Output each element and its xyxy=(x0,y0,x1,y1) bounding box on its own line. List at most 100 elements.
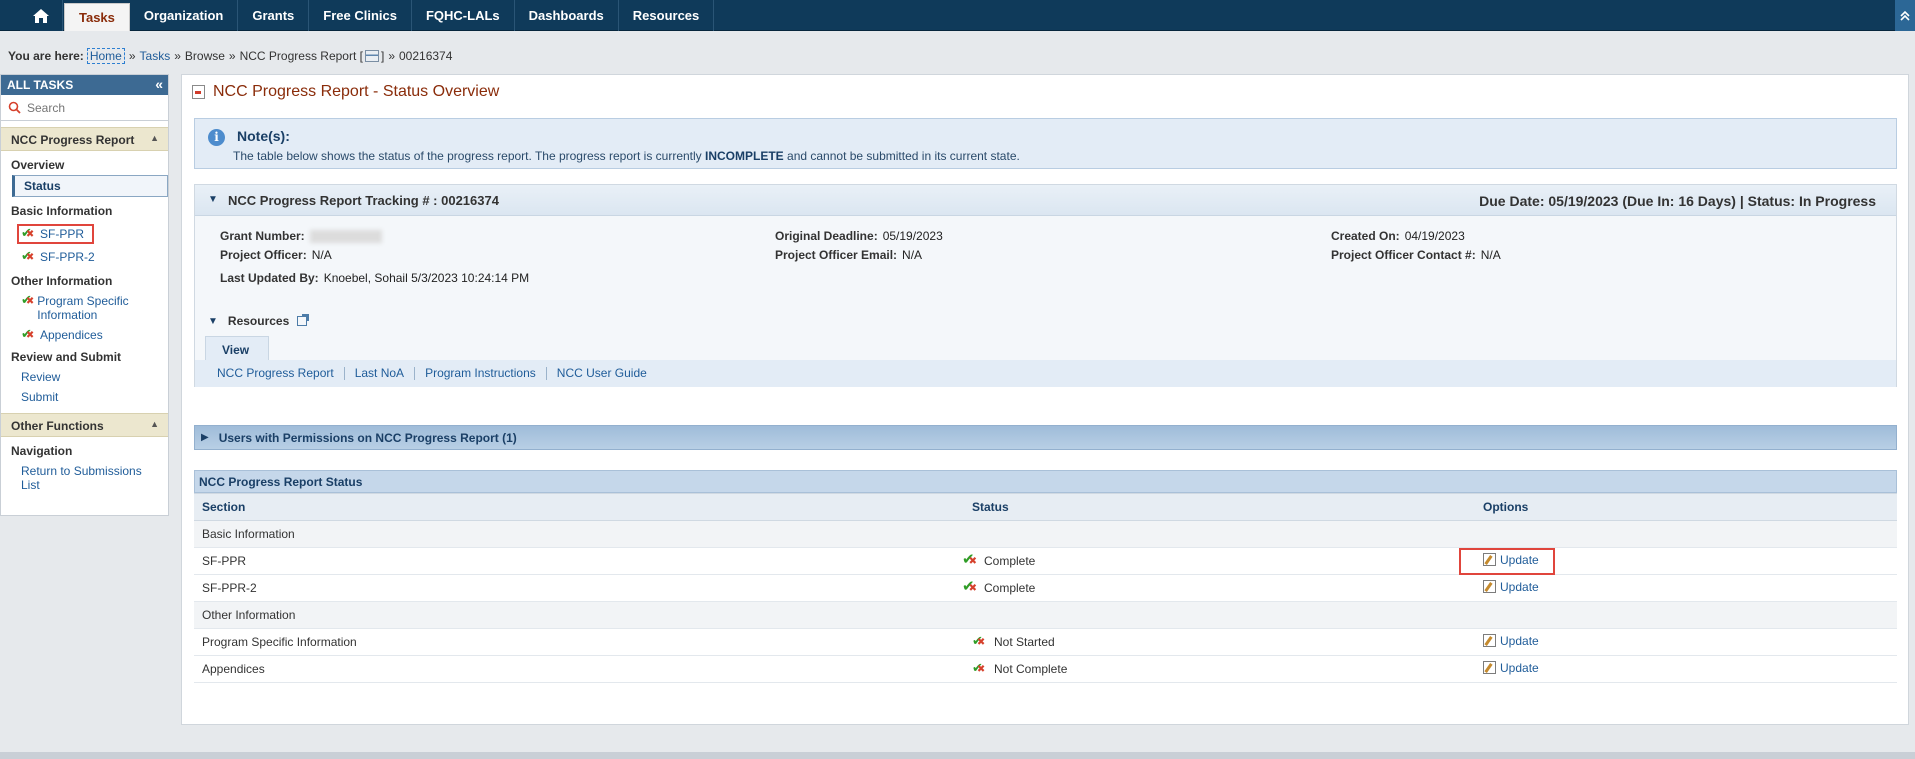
field-value: N/A xyxy=(1480,248,1501,262)
table-row: Appendices ✔✖ Not Complete Update xyxy=(194,655,1897,683)
status-section: NCC Progress Report Status Section Statu… xyxy=(194,470,1897,683)
tab-grants[interactable]: Grants xyxy=(238,0,310,31)
tab-organization[interactable]: Organization xyxy=(130,0,239,31)
page-title-text: NCC Progress Report - Status Overview xyxy=(213,83,500,100)
sidebar-item-status[interactable]: Status xyxy=(12,175,168,197)
resources-links: NCC Progress Report Last NoA Program Ins… xyxy=(195,360,1896,387)
update-button[interactable]: Update xyxy=(1483,580,1539,594)
sidebar-item-label[interactable]: Program Specific Information xyxy=(37,294,148,322)
resources-header[interactable]: ▼ Resources xyxy=(208,314,310,328)
sidebar-item-label[interactable]: SF-PPR xyxy=(40,227,84,241)
sidebar-item-review[interactable]: Review xyxy=(1,367,168,387)
status-text: Not Started xyxy=(994,635,1055,649)
resource-link-last-noa[interactable]: Last NoA xyxy=(345,367,416,380)
tab-resources[interactable]: Resources xyxy=(619,0,715,31)
field-label: Project Officer Contact #: xyxy=(1331,248,1476,262)
status-text: Complete xyxy=(984,581,1036,595)
collapse-sidebar-icon[interactable]: « xyxy=(155,76,163,92)
sidebar-group-other-functions[interactable]: Other Functions ▲ xyxy=(1,413,168,437)
options-cell: Update xyxy=(1475,628,1897,656)
field-label: Last Updated By: xyxy=(220,271,319,285)
permissions-header[interactable]: ▶ Users with Permissions on NCC Progress… xyxy=(194,425,1897,450)
section-cell: SF-PPR-2 xyxy=(194,574,964,602)
sidebar-group-ncc-progress-report[interactable]: NCC Progress Report ▲ xyxy=(1,127,168,151)
expand-down-icon[interactable]: ▼ xyxy=(208,194,218,205)
collapse-up-icon: ▲ xyxy=(150,133,159,143)
sidebar-search xyxy=(1,95,168,121)
sidebar-title: ALL TASKS xyxy=(7,78,74,92)
update-button[interactable]: Update xyxy=(1483,634,1539,648)
status-cell: ✔✖ Not Complete xyxy=(964,655,1475,683)
tracking-title: NCC Progress Report Tracking # : 0021637… xyxy=(228,193,499,208)
breadcrumb-report-end: ] xyxy=(380,49,385,63)
tab-tasks[interactable]: Tasks xyxy=(64,3,130,31)
page-title: NCC Progress Report - Status Overview xyxy=(192,83,499,101)
sidebar-category-other-information: Other Information xyxy=(11,274,113,288)
search-input[interactable] xyxy=(25,99,155,116)
sidebar-item-program-specific-information[interactable]: ✔✖ Program Specific Information xyxy=(1,291,168,325)
options-cell: Update xyxy=(1459,547,1897,575)
resource-link-ncc-user-guide[interactable]: NCC User Guide xyxy=(547,367,657,380)
home-button[interactable] xyxy=(20,0,63,31)
edit-icon xyxy=(1483,580,1496,594)
section-cell: Program Specific Information xyxy=(194,628,964,656)
breadcrumb-separator: » xyxy=(228,49,236,63)
column-header-status: Status xyxy=(964,493,1475,521)
status-table: Section Status Options Basic Information… xyxy=(194,493,1897,683)
breadcrumb: You are here: Home » Tasks » Browse » NC… xyxy=(8,48,452,64)
project-officer-field: Project Officer: N/A xyxy=(220,248,332,262)
sidebar-item-appendices[interactable]: ✔✖ Appendices xyxy=(1,325,168,345)
created-on-field: Created On: 04/19/2023 xyxy=(1331,229,1465,243)
table-header-row: Section Status Options xyxy=(194,493,1897,521)
external-link-icon[interactable] xyxy=(297,314,310,326)
column-header-options: Options xyxy=(1475,493,1897,521)
tab-free-clinics[interactable]: Free Clinics xyxy=(309,0,412,31)
notes-box: i Note(s): The table below shows the sta… xyxy=(194,118,1897,169)
tab-fqhc-lals[interactable]: FQHC-LALs xyxy=(412,0,515,31)
category-label: Basic Information xyxy=(194,520,1897,548)
main-panel: NCC Progress Report - Status Overview i … xyxy=(181,74,1909,725)
nav-tabs: Tasks Organization Grants Free Clinics F… xyxy=(64,0,715,31)
collapse-header-button[interactable] xyxy=(1895,0,1915,31)
sidebar-item-label[interactable]: SF-PPR-2 xyxy=(40,250,95,264)
sidebar-category-basic-information: Basic Information xyxy=(11,204,113,218)
expand-down-icon[interactable]: ▼ xyxy=(208,316,218,327)
due-date: Due Date: 05/19/2023 (Due In: 16 Days) |… xyxy=(1479,193,1876,209)
sidebar-item-sf-ppr[interactable]: ✔✖ SF-PPR xyxy=(1,221,168,247)
report-menu-icon[interactable] xyxy=(364,50,379,62)
info-icon: i xyxy=(208,129,225,146)
breadcrumb-separator: » xyxy=(388,49,395,63)
resources-tab-view[interactable]: View xyxy=(205,336,269,360)
project-officer-contact-field: Project Officer Contact #: N/A xyxy=(1331,248,1501,262)
field-label: Project Officer: xyxy=(220,248,307,262)
tracking-panel: ▼ NCC Progress Report Tracking # : 00216… xyxy=(194,184,1897,387)
section-cell: SF-PPR xyxy=(194,547,964,575)
complete-check-icon: ✔✖ xyxy=(21,225,35,240)
resource-link-ncc-progress-report[interactable]: NCC Progress Report xyxy=(217,367,345,380)
status-check-icon: ✔✖ xyxy=(972,660,986,675)
status-cell: ✔✖ Not Started xyxy=(964,628,1475,656)
expand-right-icon[interactable]: ▶ xyxy=(201,432,209,443)
breadcrumb-report: NCC Progress Report [ xyxy=(239,49,363,63)
sidebar-item-sf-ppr-2[interactable]: ✔✖ SF-PPR-2 xyxy=(1,247,168,267)
resource-link-program-instructions[interactable]: Program Instructions xyxy=(415,367,547,380)
collapse-up-icon: ▲ xyxy=(150,419,159,429)
complete-check-icon: ✔✖ xyxy=(962,578,977,595)
project-officer-email-field: Project Officer Email: N/A xyxy=(775,248,922,262)
field-value: N/A xyxy=(311,248,332,262)
breadcrumb-browse: Browse xyxy=(184,49,225,63)
sidebar: ALL TASKS « NCC Progress Report ▲ Overvi… xyxy=(0,74,169,516)
column-header-section: Section xyxy=(194,493,964,521)
breadcrumb-tasks-link[interactable]: Tasks xyxy=(140,49,171,63)
sidebar-item-submit[interactable]: Submit xyxy=(1,387,168,407)
sidebar-item-return-to-submissions-list[interactable]: Return to Submissions List xyxy=(1,461,168,495)
tracking-header[interactable]: ▼ NCC Progress Report Tracking # : 00216… xyxy=(195,185,1896,216)
tab-dashboards[interactable]: Dashboards xyxy=(515,0,619,31)
breadcrumb-separator: » xyxy=(174,49,181,63)
breadcrumb-home-link[interactable]: Home xyxy=(86,48,125,64)
edit-icon xyxy=(1483,553,1496,567)
field-label: Created On: xyxy=(1331,229,1400,243)
sidebar-item-label[interactable]: Appendices xyxy=(40,328,103,342)
status-label: | Status: In Progress xyxy=(1735,193,1876,209)
update-button[interactable]: Update xyxy=(1483,661,1539,675)
